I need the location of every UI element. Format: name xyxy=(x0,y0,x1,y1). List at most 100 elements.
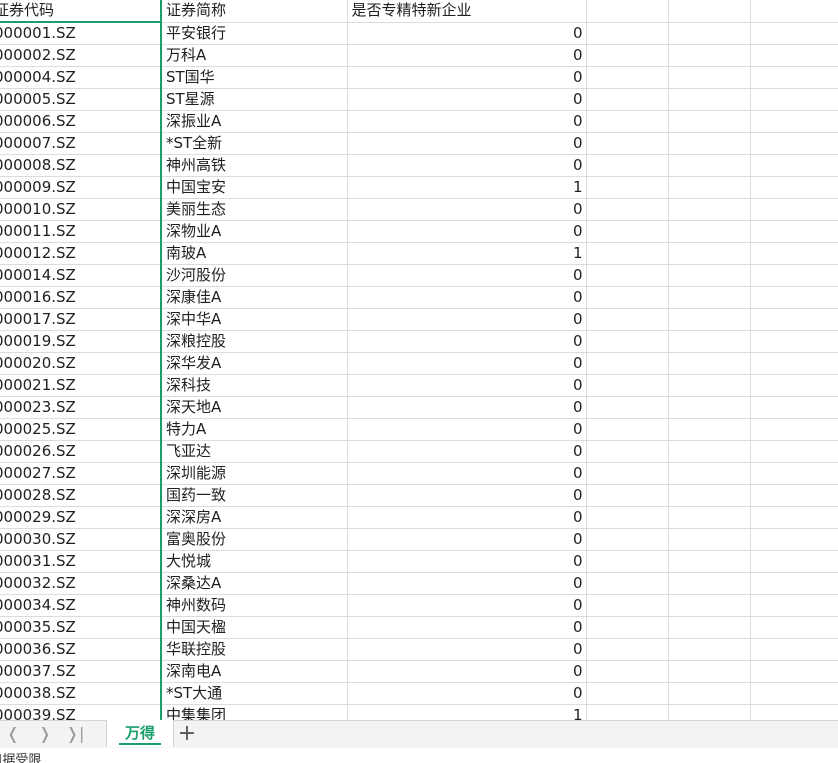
empty-cell[interactable] xyxy=(668,616,751,639)
empty-cell[interactable] xyxy=(586,594,669,617)
cell-flag[interactable]: 0 xyxy=(347,220,587,243)
cell-name[interactable]: 深中华A xyxy=(161,308,348,331)
empty-cell[interactable] xyxy=(750,462,838,485)
cell-code[interactable]: 000032.SZ xyxy=(0,572,162,595)
empty-cell[interactable] xyxy=(668,704,751,720)
cell-name[interactable]: 大悦城 xyxy=(161,550,348,573)
cell-code[interactable]: 000004.SZ xyxy=(0,66,162,89)
cell-flag[interactable]: 0 xyxy=(347,506,587,529)
cell-name[interactable]: 华联控股 xyxy=(161,638,348,661)
first-sheet-icon[interactable]: ❬ xyxy=(2,724,24,744)
cell-flag[interactable]: 0 xyxy=(347,264,587,287)
header-cell-name[interactable]: 证券简称 xyxy=(161,0,348,23)
empty-cell[interactable] xyxy=(750,308,838,331)
empty-cell[interactable] xyxy=(586,242,669,265)
cell-code[interactable]: 000023.SZ xyxy=(0,396,162,419)
empty-cell[interactable] xyxy=(586,176,669,199)
empty-cell[interactable] xyxy=(586,308,669,331)
empty-cell[interactable] xyxy=(668,198,751,221)
cell-code[interactable]: 000037.SZ xyxy=(0,660,162,683)
empty-cell[interactable] xyxy=(586,132,669,155)
cell-code[interactable]: 000005.SZ xyxy=(0,88,162,111)
empty-cell[interactable] xyxy=(586,198,669,221)
cell-code[interactable]: 000002.SZ xyxy=(0,44,162,67)
empty-cell[interactable] xyxy=(750,660,838,683)
cell-name[interactable]: 中集集团 xyxy=(161,704,348,720)
empty-cell[interactable] xyxy=(586,616,669,639)
empty-cell[interactable] xyxy=(668,220,751,243)
empty-cell[interactable] xyxy=(750,110,838,133)
empty-cell[interactable] xyxy=(750,132,838,155)
empty-cell[interactable] xyxy=(586,330,669,353)
cell-code[interactable]: 000031.SZ xyxy=(0,550,162,573)
empty-cell[interactable] xyxy=(586,550,669,573)
cell-name[interactable]: 深深房A xyxy=(161,506,348,529)
empty-cell[interactable] xyxy=(586,286,669,309)
cell-name[interactable]: 南玻A xyxy=(161,242,348,265)
empty-cell[interactable] xyxy=(668,352,751,375)
empty-cell[interactable] xyxy=(668,462,751,485)
empty-cell[interactable] xyxy=(586,396,669,419)
empty-cell[interactable] xyxy=(750,418,838,441)
cell-code[interactable]: 000011.SZ xyxy=(0,220,162,243)
empty-cell[interactable] xyxy=(750,594,838,617)
add-sheet-icon[interactable]: + xyxy=(176,723,198,745)
cell-flag[interactable]: 0 xyxy=(347,572,587,595)
empty-cell[interactable] xyxy=(668,330,751,353)
empty-cell[interactable] xyxy=(668,528,751,551)
empty-cell[interactable] xyxy=(586,528,669,551)
empty-cell[interactable] xyxy=(668,418,751,441)
cell-flag[interactable]: 0 xyxy=(347,198,587,221)
cell-code[interactable]: 000027.SZ xyxy=(0,462,162,485)
cell-name[interactable]: 平安银行 xyxy=(161,22,348,45)
empty-cell[interactable] xyxy=(668,440,751,463)
cell-code[interactable]: 000028.SZ xyxy=(0,484,162,507)
empty-cell[interactable] xyxy=(668,0,751,23)
cell-code[interactable]: 000016.SZ xyxy=(0,286,162,309)
cell-code[interactable]: 000006.SZ xyxy=(0,110,162,133)
cell-name[interactable]: 深华发A xyxy=(161,352,348,375)
empty-cell[interactable] xyxy=(750,242,838,265)
cell-flag[interactable]: 0 xyxy=(347,352,587,375)
empty-cell[interactable] xyxy=(586,88,669,111)
header-cell-code[interactable]: 证券代码 xyxy=(0,0,162,23)
cell-code[interactable]: 000026.SZ xyxy=(0,440,162,463)
empty-cell[interactable] xyxy=(586,572,669,595)
cell-code[interactable]: 000021.SZ xyxy=(0,374,162,397)
empty-cell[interactable] xyxy=(586,484,669,507)
cell-code[interactable]: 000017.SZ xyxy=(0,308,162,331)
next-sheet-icon[interactable]: ❭ xyxy=(34,724,56,744)
cell-flag[interactable]: 0 xyxy=(347,462,587,485)
empty-cell[interactable] xyxy=(750,506,838,529)
spreadsheet-area[interactable]: 证券代码 证券简称 是否专精特新企业 000001.SZ 平安银行 0 000002.… xyxy=(0,0,838,720)
cell-flag[interactable]: 0 xyxy=(347,660,587,683)
cell-name[interactable]: 深粮控股 xyxy=(161,330,348,353)
cell-flag[interactable]: 1 xyxy=(347,242,587,265)
cell-name[interactable]: 深物业A xyxy=(161,220,348,243)
cell-flag[interactable]: 0 xyxy=(347,616,587,639)
empty-cell[interactable] xyxy=(750,572,838,595)
empty-cell[interactable] xyxy=(750,550,838,573)
empty-cell[interactable] xyxy=(750,396,838,419)
empty-cell[interactable] xyxy=(668,132,751,155)
cell-flag[interactable]: 0 xyxy=(347,484,587,507)
cell-flag[interactable]: 0 xyxy=(347,154,587,177)
cell-code[interactable]: 000038.SZ xyxy=(0,682,162,705)
empty-cell[interactable] xyxy=(586,352,669,375)
empty-cell[interactable] xyxy=(586,44,669,67)
empty-cell[interactable] xyxy=(750,682,838,705)
cell-flag[interactable]: 0 xyxy=(347,66,587,89)
cell-name[interactable]: 美丽生态 xyxy=(161,198,348,221)
cell-flag[interactable]: 0 xyxy=(347,330,587,353)
cell-flag[interactable]: 1 xyxy=(347,704,587,720)
empty-cell[interactable] xyxy=(668,374,751,397)
empty-cell[interactable] xyxy=(750,22,838,45)
cell-name[interactable]: *ST大通 xyxy=(161,682,348,705)
cell-name[interactable]: 神州数码 xyxy=(161,594,348,617)
empty-cell[interactable] xyxy=(668,22,751,45)
cell-flag[interactable]: 0 xyxy=(347,440,587,463)
empty-cell[interactable] xyxy=(668,682,751,705)
empty-cell[interactable] xyxy=(668,242,751,265)
empty-cell[interactable] xyxy=(668,154,751,177)
empty-cell[interactable] xyxy=(668,286,751,309)
